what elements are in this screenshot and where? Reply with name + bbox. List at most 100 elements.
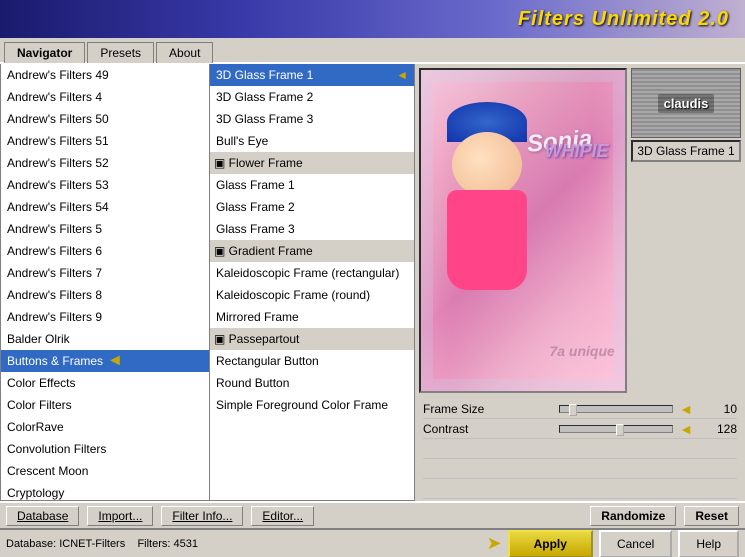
- buttons-frames-arrow: ◄: [107, 352, 123, 370]
- filter-list: 3D Glass Frame 1 ◄3D Glass Frame 23D Gla…: [210, 64, 414, 416]
- editor-button[interactable]: Editor...: [251, 506, 314, 526]
- params-area: Frame Size ◄ 10 Contrast ◄ 128: [415, 397, 745, 501]
- database-button[interactable]: Database: [6, 506, 79, 526]
- middle-item-14[interactable]: Round Button: [210, 372, 414, 394]
- content-area: Andrew's Filters 49Andrew's Filters 4And…: [0, 64, 745, 501]
- filters-label: Filters:: [137, 538, 170, 550]
- title-bar: Filters Unlimited 2.0: [0, 0, 745, 38]
- big-preview: Sonia WHIPIE 7a unique: [419, 68, 627, 393]
- param-slider-thumb-0[interactable]: [569, 404, 577, 416]
- middle-item-13[interactable]: Rectangular Button: [210, 350, 414, 372]
- middle-item-12: ▣ Passepartout: [210, 328, 414, 350]
- param-arrow-icon-1: ◄: [679, 421, 693, 437]
- group-label: Passepartout: [229, 332, 300, 346]
- tab-about[interactable]: About: [156, 42, 213, 63]
- apply-button[interactable]: Apply: [508, 530, 593, 557]
- param-slider-0[interactable]: [559, 405, 673, 413]
- middle-item-4: ▣ Flower Frame: [210, 152, 414, 174]
- param-row-empty3: [423, 479, 737, 499]
- param-value-1: 128: [697, 422, 737, 436]
- middle-item-2[interactable]: 3D Glass Frame 3: [210, 108, 414, 130]
- param-label-0: Frame Size: [423, 402, 553, 416]
- thumbnail-label: claudis: [658, 94, 715, 113]
- left-item-14[interactable]: Color Effects: [1, 372, 209, 394]
- param-slider-1[interactable]: [559, 425, 673, 433]
- category-list: Andrew's Filters 49Andrew's Filters 4And…: [1, 64, 209, 501]
- left-panel: Andrew's Filters 49Andrew's Filters 4And…: [0, 64, 210, 501]
- filter-info-button[interactable]: Filter Info...: [161, 506, 243, 526]
- middle-item-0[interactable]: 3D Glass Frame 1 ◄: [210, 64, 414, 86]
- group-label: Flower Frame: [229, 156, 303, 170]
- left-item-3[interactable]: Andrew's Filters 51: [1, 130, 209, 152]
- param-slider-thumb-1[interactable]: [616, 424, 624, 436]
- tabs-row: Navigator Presets About: [0, 38, 745, 64]
- cartoon-girl: [452, 102, 523, 391]
- middle-item-15[interactable]: Simple Foreground Color Frame: [210, 394, 414, 416]
- randomize-button[interactable]: Randomize: [590, 506, 676, 526]
- left-item-17[interactable]: Convolution Filters: [1, 438, 209, 460]
- thumbnail-box: claudis: [631, 68, 741, 138]
- preview-logo: 7a unique: [549, 343, 614, 359]
- filters-value: 4531: [174, 538, 198, 550]
- left-item-4[interactable]: Andrew's Filters 52: [1, 152, 209, 174]
- middle-item-6[interactable]: Glass Frame 2: [210, 196, 414, 218]
- param-value-0: 10: [697, 402, 737, 416]
- left-item-0[interactable]: Andrew's Filters 49: [1, 64, 209, 86]
- left-item-12[interactable]: Balder Olrik: [1, 328, 209, 350]
- status-bar: Database: ICNET-Filters Filters: 4531 ➤ …: [0, 529, 745, 557]
- small-preview-column: claudis 3D Glass Frame 1: [631, 68, 741, 393]
- app-window: Filters Unlimited 2.0 Navigator Presets …: [0, 0, 745, 557]
- cancel-button[interactable]: Cancel: [599, 530, 672, 557]
- head: [452, 132, 522, 197]
- left-item-19[interactable]: Cryptology: [1, 482, 209, 501]
- reset-button[interactable]: Reset: [684, 506, 739, 526]
- param-label-1: Contrast: [423, 422, 553, 436]
- preview-row: Sonia WHIPIE 7a unique: [415, 64, 745, 397]
- status-text: Database: ICNET-Filters Filters: 4531: [6, 538, 487, 550]
- middle-panel: 3D Glass Frame 1 ◄3D Glass Frame 23D Gla…: [210, 64, 415, 501]
- left-item-1[interactable]: Andrew's Filters 4: [1, 86, 209, 108]
- middle-item-10[interactable]: Kaleidoscopic Frame (round): [210, 284, 414, 306]
- group-label: Gradient Frame: [229, 244, 313, 258]
- tab-presets[interactable]: Presets: [87, 42, 154, 63]
- params-list: Frame Size ◄ 10 Contrast ◄ 128: [423, 399, 737, 439]
- preview-text-whipie: WHIPIE: [545, 141, 609, 162]
- left-item-2[interactable]: Andrew's Filters 50: [1, 108, 209, 130]
- body: [447, 190, 527, 290]
- left-item-7[interactable]: Andrew's Filters 5: [1, 218, 209, 240]
- group-icon: ▣: [214, 332, 229, 346]
- selected-arrow-icon: ◄: [396, 66, 408, 84]
- tab-navigator[interactable]: Navigator: [4, 42, 85, 63]
- left-item-5[interactable]: Andrew's Filters 53: [1, 174, 209, 196]
- param-arrow-icon-0: ◄: [679, 401, 693, 417]
- left-item-8[interactable]: Andrew's Filters 6: [1, 240, 209, 262]
- middle-item-1[interactable]: 3D Glass Frame 2: [210, 86, 414, 108]
- database-value: ICNET-Filters: [59, 538, 125, 550]
- left-item-9[interactable]: Andrew's Filters 7: [1, 262, 209, 284]
- middle-item-11[interactable]: Mirrored Frame: [210, 306, 414, 328]
- group-icon: ▣: [214, 156, 229, 170]
- middle-item-5[interactable]: Glass Frame 1: [210, 174, 414, 196]
- param-row-empty1: [423, 439, 737, 459]
- left-item-18[interactable]: Crescent Moon: [1, 460, 209, 482]
- left-item-11[interactable]: Andrew's Filters 9: [1, 306, 209, 328]
- left-item-10[interactable]: Andrew's Filters 8: [1, 284, 209, 306]
- import-button[interactable]: Import...: [87, 506, 153, 526]
- apply-arrow-icon: ➤: [487, 533, 502, 554]
- param-row-empty2: [423, 459, 737, 479]
- left-item-16[interactable]: ColorRave: [1, 416, 209, 438]
- database-label: Database:: [6, 538, 56, 550]
- left-item-13[interactable]: Buttons & Frames◄: [1, 350, 209, 372]
- left-item-6[interactable]: Andrew's Filters 54: [1, 196, 209, 218]
- param-row-0: Frame Size ◄ 10: [423, 399, 737, 419]
- middle-item-9[interactable]: Kaleidoscopic Frame (rectangular): [210, 262, 414, 284]
- group-icon: ▣: [214, 244, 229, 258]
- action-bar: Database Import... Filter Info... Editor…: [0, 501, 745, 529]
- filter-name-label: 3D Glass Frame 1: [631, 140, 741, 162]
- middle-item-3[interactable]: Bull's Eye: [210, 130, 414, 152]
- right-column: Sonia WHIPIE 7a unique: [415, 64, 745, 501]
- left-item-15[interactable]: Color Filters: [1, 394, 209, 416]
- param-row-1: Contrast ◄ 128: [423, 419, 737, 439]
- middle-item-7[interactable]: Glass Frame 3: [210, 218, 414, 240]
- help-button[interactable]: Help: [678, 530, 739, 557]
